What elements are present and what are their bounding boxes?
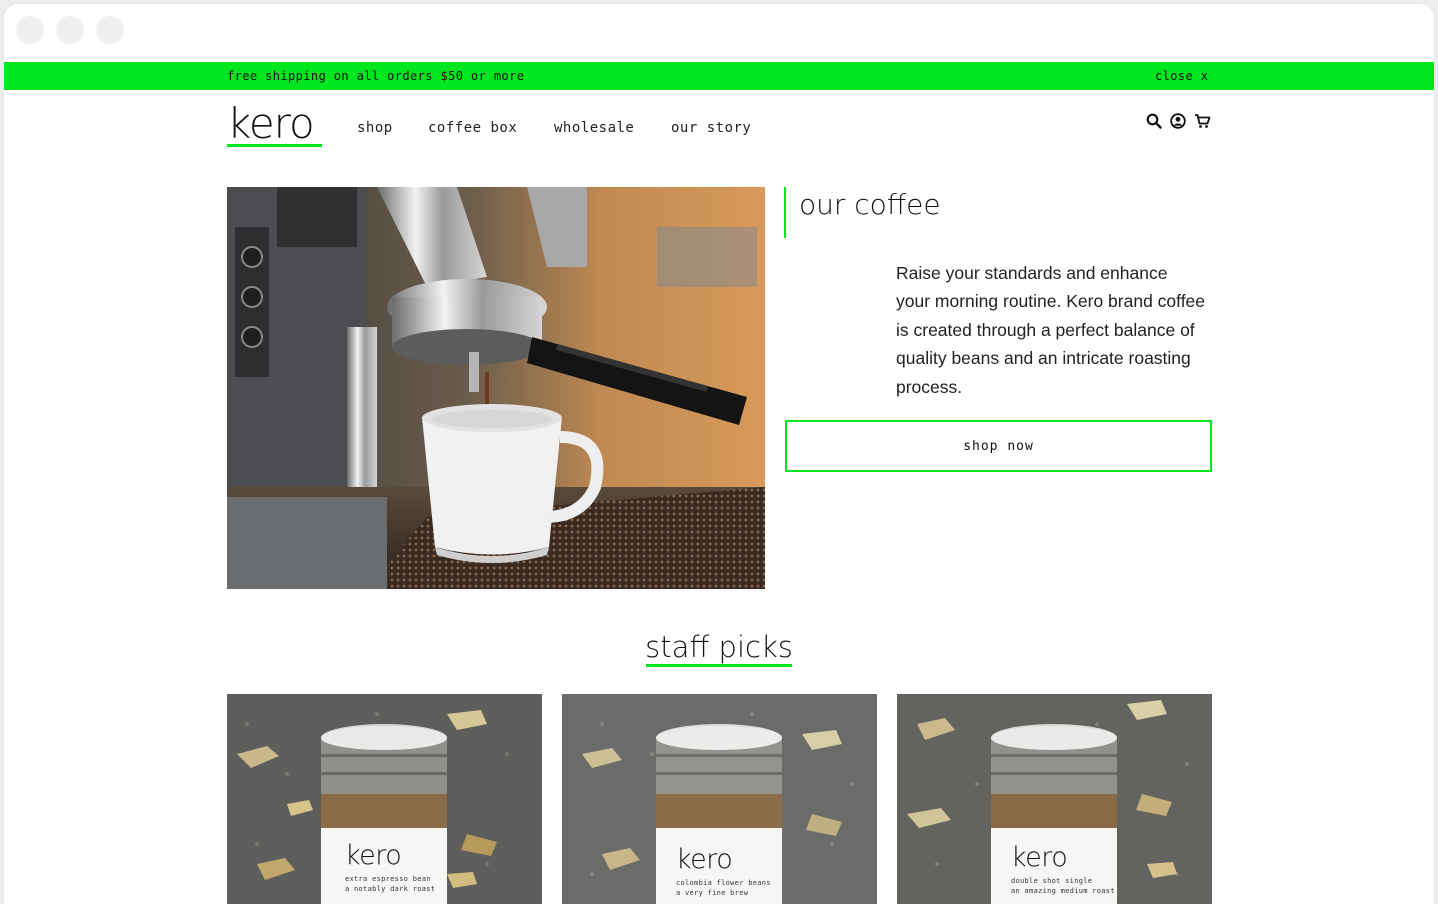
- nav-item-our-story[interactable]: our story: [671, 120, 751, 136]
- search-icon[interactable]: [1146, 113, 1162, 129]
- product-label-line: colombia flower beans: [676, 879, 771, 887]
- promo-text: free shipping on all orders $50 or more: [227, 69, 525, 83]
- product-label-line: a very fine brew: [676, 889, 749, 897]
- product-card[interactable]: kero double shot single an amazing mediu…: [897, 694, 1212, 904]
- product-label-line: a notably dark roast: [345, 885, 436, 893]
- promo-banner: free shipping on all orders $50 or more …: [4, 62, 1434, 90]
- product-label-line: extra espresso bean: [345, 875, 431, 883]
- product-card[interactable]: kero colombia flower beans a very fine b…: [562, 694, 877, 904]
- hero-description: Raise your standards and enhance your mo…: [896, 263, 1206, 397]
- cart-icon[interactable]: [1194, 113, 1211, 129]
- window-titlebar: [4, 4, 1434, 62]
- hero-title-rule: [784, 187, 786, 238]
- shop-now-button[interactable]: shop now: [785, 420, 1212, 472]
- product-label-logo: kero: [676, 844, 733, 875]
- staff-picks-underline: [646, 664, 792, 667]
- nav-item-shop[interactable]: shop: [357, 120, 393, 136]
- product-card[interactable]: kero extra espresso bean a notably dark …: [227, 694, 542, 904]
- product-label-logo: kero: [1011, 842, 1068, 873]
- nav-item-coffee-box[interactable]: coffee box: [428, 120, 517, 136]
- hero-coffee-image: [227, 187, 765, 589]
- window-minimize-dot[interactable]: [56, 16, 84, 44]
- promo-close-button[interactable]: close x: [1155, 69, 1208, 83]
- header-icons: [1144, 113, 1214, 133]
- staff-picks-title: staff picks: [645, 630, 793, 664]
- window-close-dot[interactable]: [16, 16, 44, 44]
- hero-title: our coffee: [799, 188, 941, 221]
- product-label-logo: kero: [345, 840, 402, 871]
- product-label-line: double shot single: [1011, 877, 1093, 885]
- product-label-line: an amazing medium roast: [1011, 887, 1115, 895]
- site-logo[interactable]: kero: [227, 100, 315, 148]
- nav-item-wholesale[interactable]: wholesale: [554, 120, 634, 136]
- logo-underline: [227, 144, 322, 147]
- account-icon[interactable]: [1170, 113, 1186, 129]
- window-maximize-dot[interactable]: [96, 16, 124, 44]
- browser-window: free shipping on all orders $50 or more …: [4, 4, 1434, 904]
- product-image: [227, 694, 542, 904]
